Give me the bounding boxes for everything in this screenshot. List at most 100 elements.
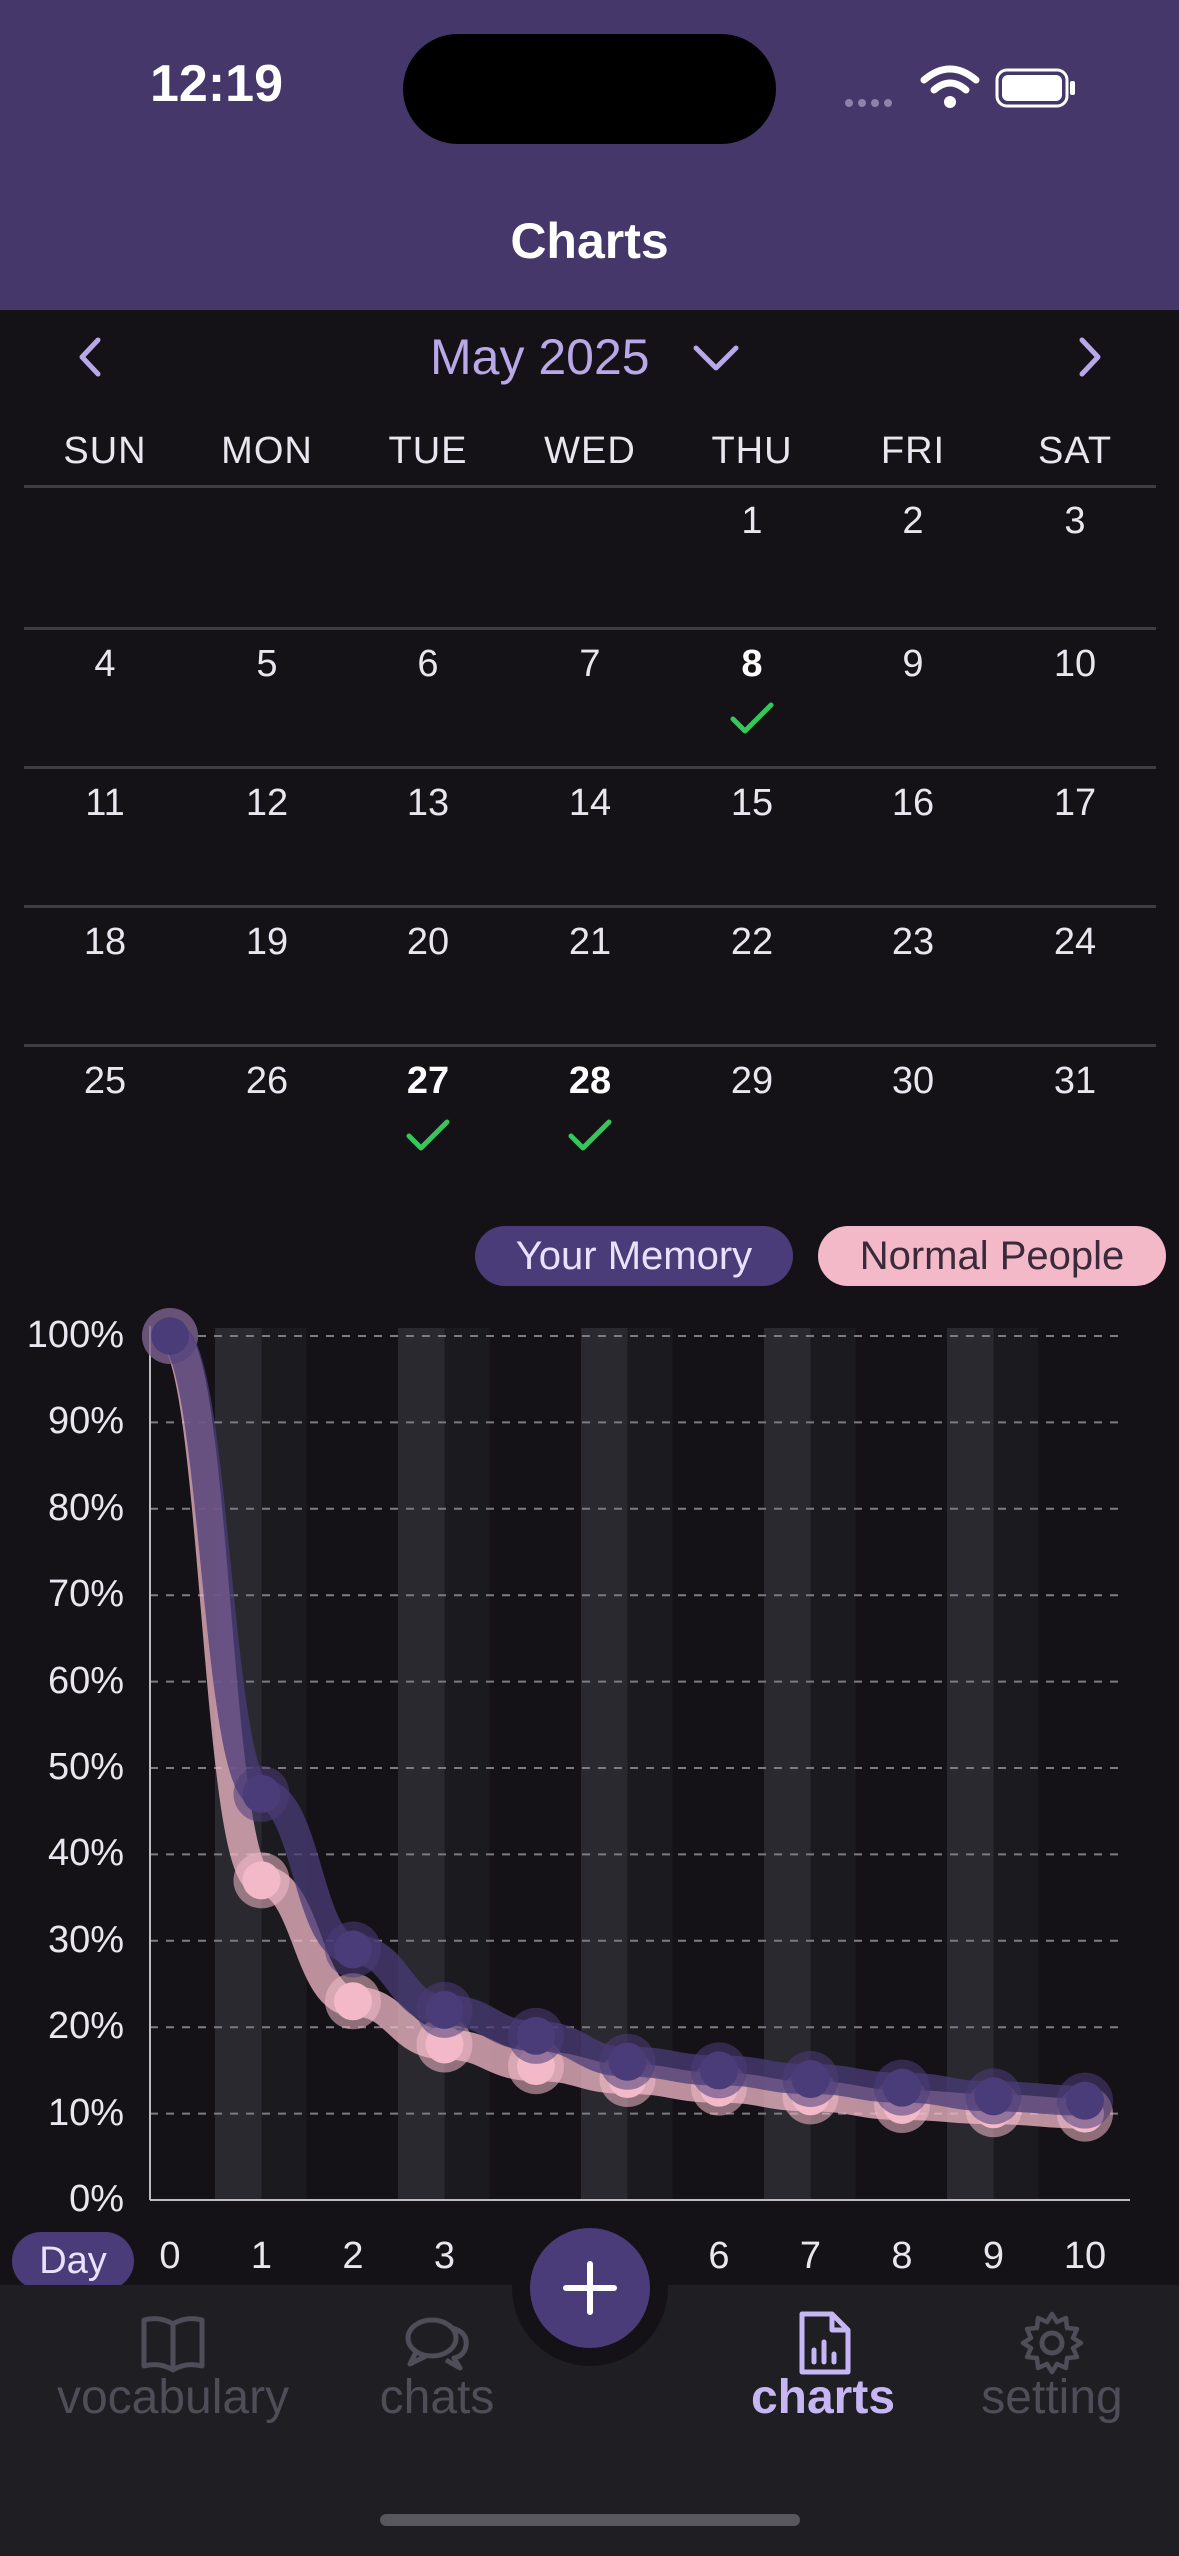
dynamic-island <box>403 34 776 144</box>
battery-icon <box>995 68 1075 108</box>
page-title: Charts <box>510 213 669 269</box>
book-icon <box>141 2316 205 2373</box>
data-point <box>242 1774 281 1813</box>
chart-document-icon <box>799 2311 851 2375</box>
header-bar: 12:19 Charts <box>0 0 1179 310</box>
calendar-day[interactable]: 17 <box>994 782 1156 825</box>
tab-vocabulary[interactable]: vocabulary <box>43 2290 303 2460</box>
calendar-day[interactable]: 24 <box>994 921 1156 964</box>
calendar-day[interactable]: 15 <box>671 782 833 825</box>
cellular-signal-icon <box>845 94 905 108</box>
calendar-day[interactable]: 11 <box>24 782 186 825</box>
data-point <box>242 1861 281 1900</box>
divider <box>24 627 1156 630</box>
calendar-day[interactable]: 19 <box>186 921 348 964</box>
calendar-day[interactable]: 23 <box>832 921 994 964</box>
weekday-fri: FRI <box>880 430 946 472</box>
calendar-day[interactable]: 5 <box>186 643 348 686</box>
home-indicator <box>380 2514 800 2526</box>
chevron-left-icon[interactable] <box>70 332 110 382</box>
calendar-day[interactable]: 28 <box>509 1060 671 1103</box>
divider <box>24 766 1156 769</box>
calendar-day[interactable]: 18 <box>24 921 186 964</box>
calendar-day[interactable]: 9 <box>832 643 994 686</box>
calendar-day[interactable]: 14 <box>509 782 671 825</box>
weekday-mon: MON <box>221 430 313 472</box>
tab-setting-label: setting <box>981 2371 1123 2424</box>
calendar-week-row: 11 12 13 14 15 16 17 <box>24 782 1156 922</box>
calendar-day[interactable]: 7 <box>509 643 671 686</box>
x-tick-label: 3 <box>433 2235 456 2277</box>
month-selector: May 2025 <box>0 310 1179 405</box>
gear-icon <box>1020 2311 1084 2375</box>
wifi-icon <box>920 65 980 108</box>
calendar-day[interactable]: 16 <box>832 782 994 825</box>
calendar-week-row: 4 5 6 7 8 9 10 <box>24 643 1156 783</box>
data-point <box>425 1990 464 2029</box>
x-tick-label: 1 <box>250 2235 273 2277</box>
calendar-day[interactable]: 25 <box>24 1060 186 1103</box>
calendar-day[interactable]: 26 <box>186 1060 348 1103</box>
calendar-day[interactable]: 27 <box>347 1060 509 1103</box>
calendar-day[interactable]: 10 <box>994 643 1156 686</box>
data-point <box>608 2042 647 2081</box>
weekday-sat: SAT <box>1037 430 1113 472</box>
check-icon <box>730 702 774 734</box>
x-tick-label: 0 <box>159 2235 181 2277</box>
data-point <box>883 2068 921 2107</box>
calendar-day[interactable]: 30 <box>832 1060 994 1103</box>
calendar-day[interactable]: 29 <box>671 1060 833 1103</box>
divider <box>24 905 1156 908</box>
month-label[interactable]: May 2025 <box>430 328 650 386</box>
chevron-down-icon[interactable] <box>690 340 742 376</box>
data-point <box>334 1930 372 1969</box>
calendar-day[interactable]: 1 <box>671 500 833 543</box>
x-tick-label: 6 <box>708 2235 730 2277</box>
check-icon <box>406 1119 450 1151</box>
calendar-day[interactable]: 22 <box>671 921 833 964</box>
x-tick-label: 10 <box>1063 2235 1107 2277</box>
tab-charts[interactable]: charts <box>693 2290 953 2460</box>
tab-vocabulary-label: vocabulary <box>56 2371 290 2424</box>
tab-chats-label: chats <box>379 2371 495 2424</box>
weekday-wed: WED <box>544 430 636 472</box>
chat-bubbles-icon <box>405 2317 469 2371</box>
calendar-week-row: 123 <box>24 500 1156 640</box>
weekday-sun: SUN <box>63 430 147 472</box>
x-axis-title: Day <box>12 2232 134 2290</box>
chevron-right-icon[interactable] <box>1070 332 1110 382</box>
data-point <box>974 2077 1013 2116</box>
memory-curve-chart <box>142 1308 1130 2201</box>
add-button[interactable] <box>530 2228 650 2348</box>
data-point <box>1066 2081 1104 2120</box>
data-point <box>517 2016 555 2055</box>
weekday-header: SUN MON TUE WED THU FRI SAT <box>24 430 1156 480</box>
data-point <box>334 1982 372 2021</box>
tab-charts-label: charts <box>750 2371 896 2424</box>
calendar-day[interactable]: 6 <box>347 643 509 686</box>
calendar-day[interactable]: 12 <box>186 782 348 825</box>
calendar-week-row: 25 26 27 28 29 30 31 <box>24 1060 1156 1200</box>
status-time: 12:19 <box>150 55 283 113</box>
calendar-day[interactable]: 13 <box>347 782 509 825</box>
divider <box>24 485 1156 488</box>
weekday-tue: TUE <box>388 430 468 472</box>
calendar-week-row: 18 19 20 21 22 23 24 <box>24 921 1156 1061</box>
legend-normal-people: Normal People <box>818 1226 1166 1286</box>
x-tick-label: 9 <box>982 2235 1005 2277</box>
legend-your-memory: Your Memory <box>475 1226 793 1286</box>
plus-icon <box>563 2261 617 2315</box>
check-icon <box>568 1119 612 1151</box>
tab-setting[interactable]: setting <box>922 2290 1179 2460</box>
calendar-day[interactable]: 8 <box>671 643 833 686</box>
calendar-day[interactable]: 4 <box>24 643 186 686</box>
calendar-day[interactable]: 31 <box>994 1060 1156 1103</box>
x-tick-label: 8 <box>891 2235 913 2277</box>
calendar-day[interactable]: 20 <box>347 921 509 964</box>
calendar-day[interactable]: 21 <box>509 921 671 964</box>
calendar-day[interactable]: 2 <box>832 500 994 543</box>
data-point <box>151 1317 189 1355</box>
divider <box>24 1044 1156 1047</box>
calendar-day[interactable]: 3 <box>994 500 1156 543</box>
chart-band <box>261 1328 307 2200</box>
